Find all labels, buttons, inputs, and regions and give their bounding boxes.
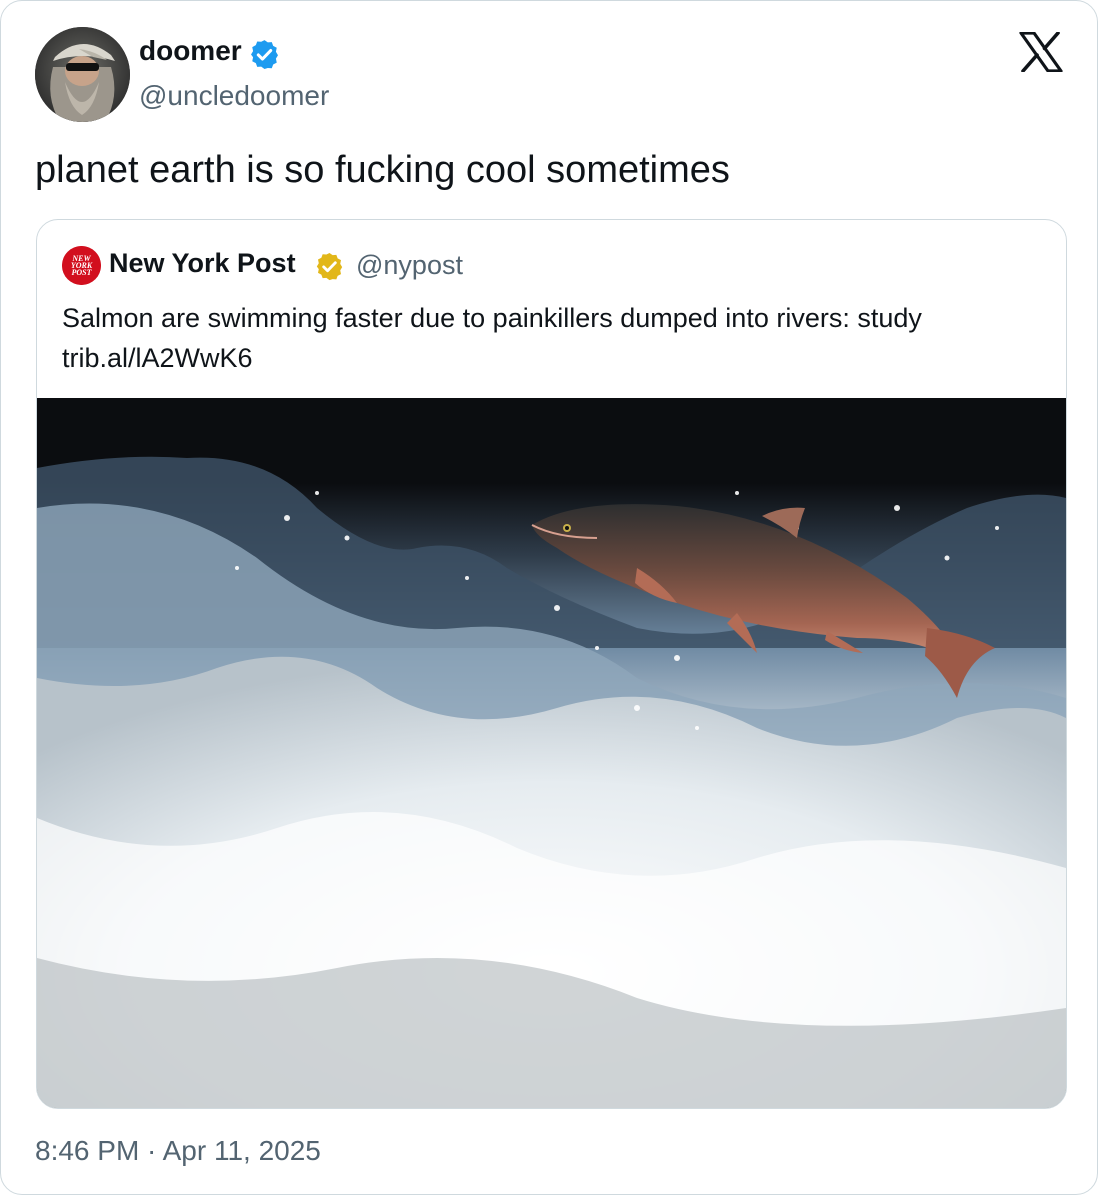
nypost-logo-line3: POST: [72, 268, 93, 277]
quoted-author-display-name[interactable]: New York Post: [109, 248, 296, 279]
nypost-avatar[interactable]: NEW YORK POST: [62, 246, 101, 285]
verified-badge-icon: [248, 38, 281, 71]
author-avatar[interactable]: [35, 27, 130, 122]
quoted-tweet-headline: Salmon are swimming faster due to painki…: [62, 303, 922, 333]
tweet-timestamp[interactable]: 8:46 PM · Apr 11, 2025: [35, 1135, 321, 1167]
avatar-image: [35, 27, 130, 122]
author-display-name[interactable]: doomer: [139, 35, 242, 67]
quoted-tweet-link[interactable]: trib.al/lA2WwK6: [62, 338, 1052, 378]
quoted-author-handle[interactable]: @nypost: [356, 250, 463, 281]
salmon-photo[interactable]: [37, 398, 1066, 1108]
tweet-card: doomer @uncledoomer planet earth is so f…: [0, 0, 1098, 1195]
salmon-leaping-image: [37, 398, 1066, 1108]
author-handle[interactable]: @uncledoomer: [139, 80, 329, 112]
quoted-tweet[interactable]: NEW YORK POST New York Post @nypost Salm…: [36, 219, 1067, 1109]
tweet-text: planet earth is so fucking cool sometime…: [35, 149, 730, 191]
quoted-tweet-text: Salmon are swimming faster due to painki…: [62, 298, 1052, 378]
x-logo-icon[interactable]: [1019, 31, 1063, 73]
gold-verified-badge-icon: [314, 251, 345, 282]
